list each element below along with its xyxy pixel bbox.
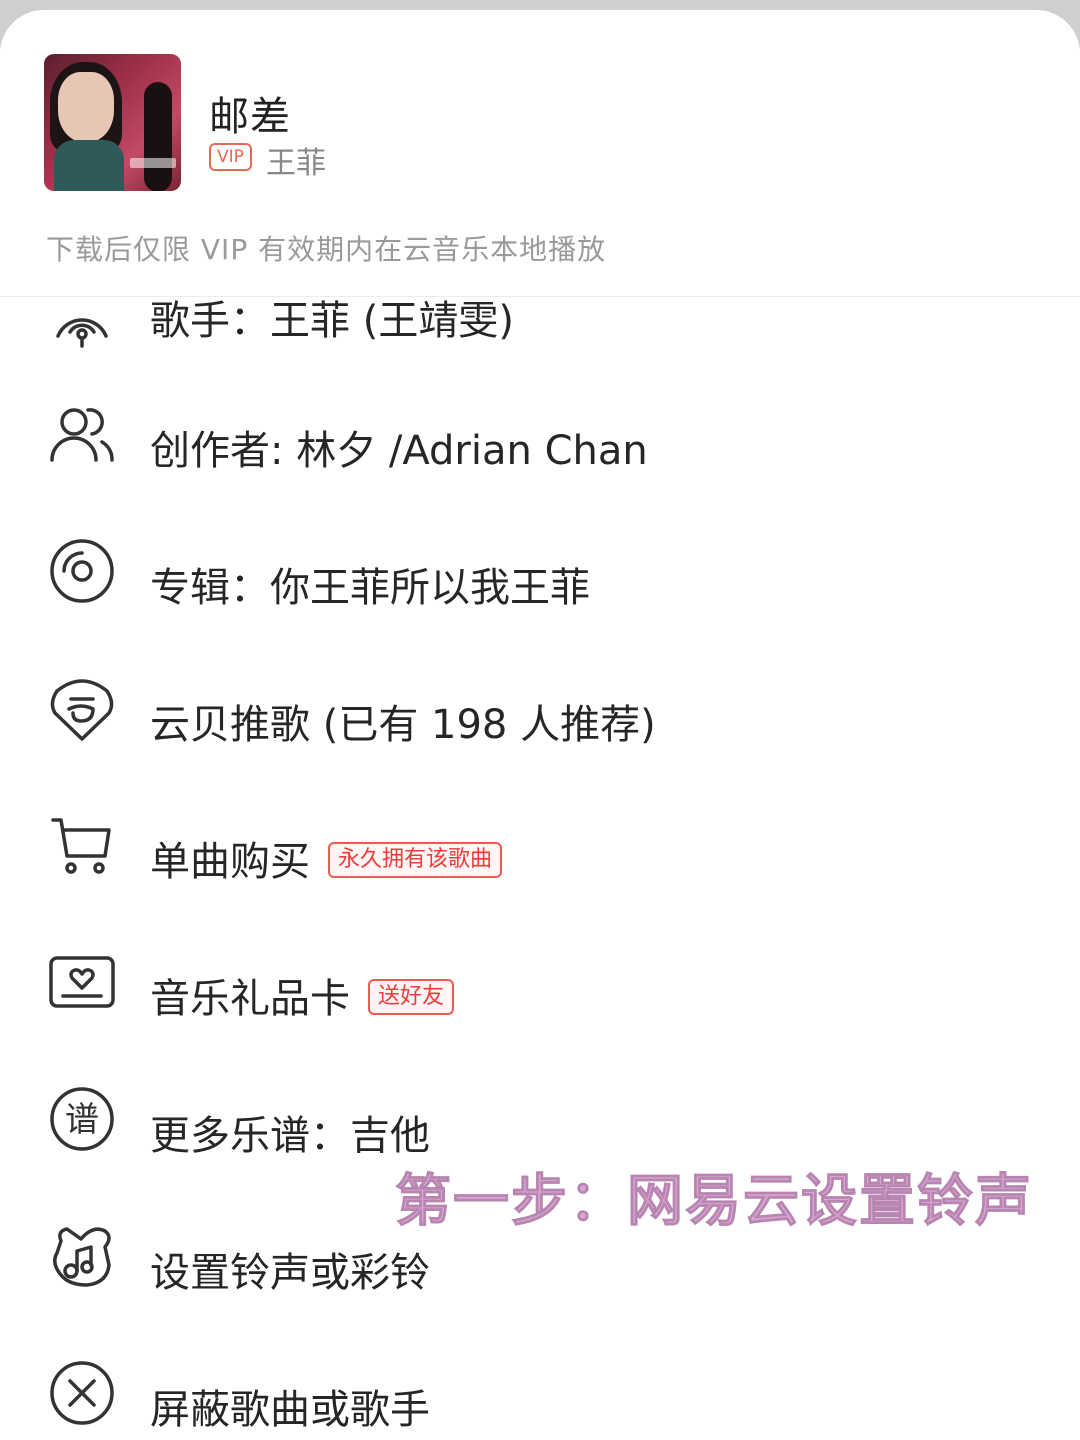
menu-item-label: 设置铃声或彩铃 xyxy=(150,1250,430,1296)
send-friend-badge: 送好友 xyxy=(368,979,455,1015)
ringtone-icon xyxy=(46,1220,118,1292)
menu-item-label-wrap: 单曲购买 永久拥有该歌曲 xyxy=(150,829,503,887)
menu-item-label: 云贝推歌 (已有 198 人推荐) xyxy=(150,702,656,748)
menu-item-creators[interactable]: 创作者: 林夕 /Adrian Chan xyxy=(0,376,1080,512)
song-header: 邮差 VIP 王菲 下载后仅限 VIP 有效期内在云音乐本地播放 xyxy=(0,10,1080,297)
menu-item-label: 屏蔽歌曲或歌手 xyxy=(150,1387,430,1433)
score-icon-char: 谱 xyxy=(65,1100,99,1140)
own-forever-badge: 永久拥有该歌曲 xyxy=(328,842,503,878)
score-icon: 谱 xyxy=(46,1083,118,1155)
menu-item-label: 更多乐谱：吉他 xyxy=(150,1113,430,1159)
menu-item-label: 音乐礼品卡 xyxy=(150,976,350,1022)
cart-icon xyxy=(46,809,118,881)
cloud-coin-icon xyxy=(46,672,118,744)
menu-item-album[interactable]: 专辑：你王菲所以我王菲 xyxy=(0,513,1080,649)
song-artist[interactable]: 王菲 xyxy=(266,138,326,182)
menu-item-cloud-coin[interactable]: 云贝推歌 (已有 198 人推荐) xyxy=(0,650,1080,786)
menu-item-block[interactable]: 屏蔽歌曲或歌手 xyxy=(0,1335,1080,1440)
overlay-caption: 第一步：网易云设置铃声 xyxy=(395,1169,1033,1235)
menu-item-label: 专辑：你王菲所以我王菲 xyxy=(150,565,590,611)
menu-item-buy-single[interactable]: 单曲购买 永久拥有该歌曲 xyxy=(0,787,1080,923)
menu-item-label: 单曲购买 xyxy=(150,839,310,885)
menu-item-label-wrap: 音乐礼品卡 送好友 xyxy=(150,966,455,1024)
song-title: 邮差 xyxy=(209,94,291,140)
block-icon xyxy=(46,1357,118,1429)
menu-item-label: 创作者: 林夕 /Adrian Chan xyxy=(150,428,648,474)
album-cover-image xyxy=(44,54,181,191)
download-notice: 下载后仅限 VIP 有效期内在云音乐本地播放 xyxy=(46,233,607,266)
album-disc-icon xyxy=(46,535,118,607)
menu-item-gift-card[interactable]: 音乐礼品卡 送好友 xyxy=(0,924,1080,1060)
gift-card-icon xyxy=(46,946,118,1018)
creators-icon xyxy=(46,398,118,470)
vip-badge: VIP xyxy=(209,143,252,171)
